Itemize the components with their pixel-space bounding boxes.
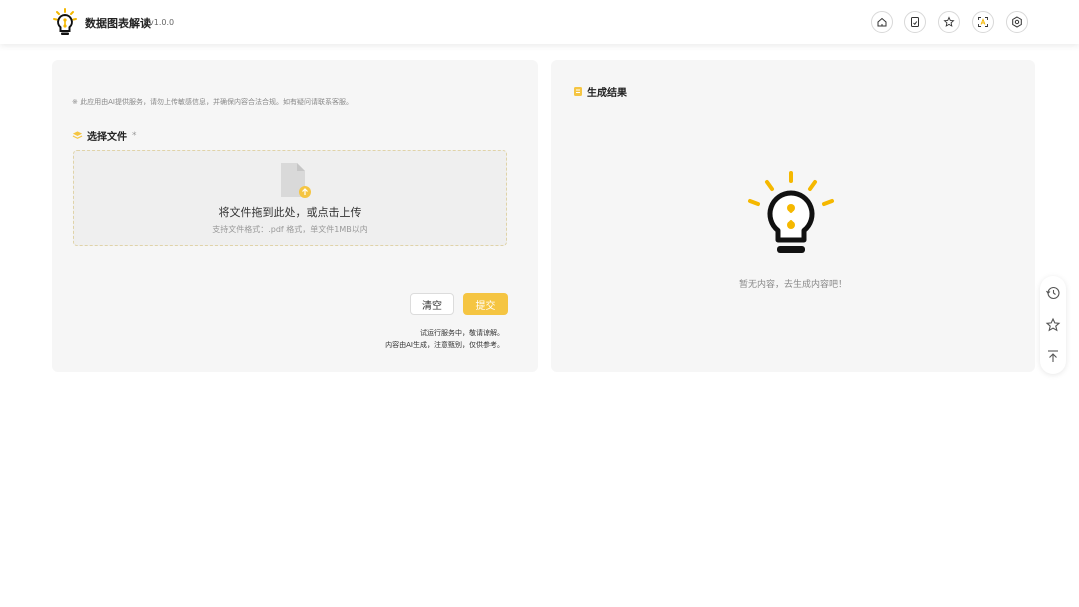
top-header: 数据图表解读 v1.0.0 [0,0,1079,44]
result-title: 生成结果 [573,84,627,99]
upload-main-text: 将文件拖到此处，或点击上传 [218,206,362,219]
settings-button[interactable] [1006,11,1028,33]
input-panel: ※ 此应用由AI提供服务，请勿上传敏感信息，并确保内容合法合规。如有疑问请联系客… [52,60,538,372]
scroll-document-icon [574,87,582,96]
star-icon [943,16,955,27]
disclaimer-text: ※ 此应用由AI提供服务，请勿上传敏感信息，并确保内容合法合规。如有疑问请联系客… [72,98,353,106]
gear-icon [1012,16,1022,28]
document-icon [911,17,919,27]
favorites-button[interactable] [938,11,960,33]
file-upload-icon [281,163,311,198]
submit-button[interactable]: 提交 [463,293,508,315]
required-mark: * [132,130,137,141]
history-icon[interactable] [1045,285,1061,301]
lightbulb-logo-icon [53,8,77,35]
result-panel: 生成结果 暂无内容，去生成内容吧！ [551,60,1035,372]
select-file-label: 选择文件 [87,132,127,143]
upload-hint-text: 支持文件格式：.pdf 格式，单文件1MB以内 [212,225,368,234]
home-button[interactable] [871,11,893,33]
document-button[interactable] [904,11,926,33]
layers-icon [72,131,83,139]
home-icon [877,17,887,27]
result-title-label: 生成结果 [587,88,627,99]
floating-toolbar [1040,276,1066,374]
clear-button[interactable]: 清空 [410,293,454,315]
select-file-title: 选择文件 * [72,128,137,143]
ai-generated-note: 内容由AI生成，注意甄别，仅供参考。 [385,341,504,349]
service-note: 试运行服务中，敬请谅解。 [420,329,504,337]
lightbulb-empty-icon [748,171,834,253]
app-version: v1.0.0 [149,18,175,27]
translate-button[interactable] [972,11,994,33]
empty-state-text: 暂无内容，去生成内容吧！ [738,280,847,290]
back-to-top-icon[interactable] [1045,348,1061,364]
file-upload-dropzone[interactable]: 将文件拖到此处，或点击上传 支持文件格式：.pdf 格式，单文件1MB以内 [73,150,507,246]
app-title: 数据图表解读 [85,17,151,30]
translate-icon [978,17,988,27]
star-icon[interactable] [1045,317,1061,333]
